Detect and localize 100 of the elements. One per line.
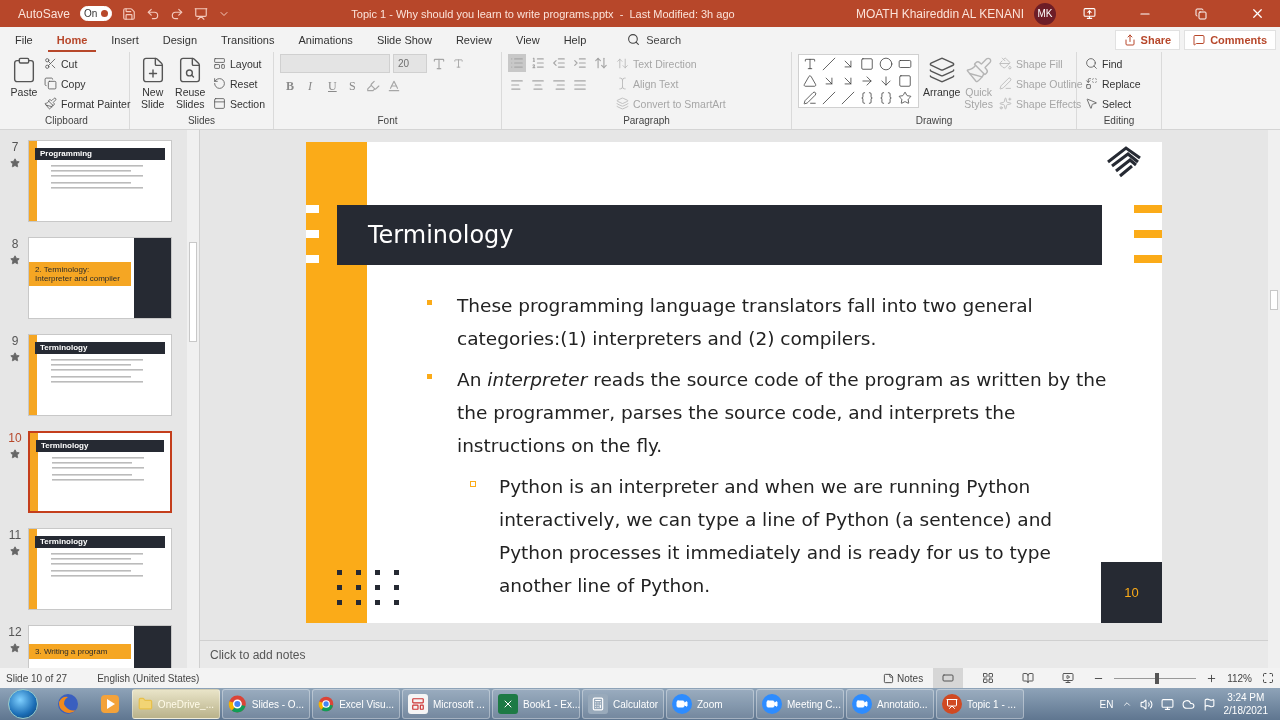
shape-icon[interactable]: [879, 91, 893, 105]
slide-number: 12: [8, 625, 22, 639]
shape-icon[interactable]: [803, 57, 817, 71]
scrollbar[interactable]: [187, 130, 199, 668]
star-icon: [10, 546, 20, 556]
media-player-icon[interactable]: [99, 693, 121, 715]
ribbon-button[interactable]: Replace: [1083, 74, 1143, 93]
restore-icon[interactable]: [1195, 7, 1207, 20]
shape-icon[interactable]: [860, 57, 874, 71]
slide-thumbnail[interactable]: Terminology: [28, 334, 172, 416]
save-icon[interactable]: [122, 6, 137, 21]
normal-view-icon: [942, 672, 955, 684]
ribbon-button[interactable]: Find: [1083, 54, 1143, 73]
slideshow-icon: [1062, 672, 1075, 684]
shape-icon[interactable]: [898, 91, 912, 105]
shape-icon[interactable]: [860, 91, 874, 105]
ribbon-button[interactable]: Format Painter: [42, 94, 133, 113]
line-spacing-icon[interactable]: [594, 56, 608, 70]
zoom-in-icon[interactable]: [1206, 672, 1218, 684]
ribbon-tab[interactable]: Slide Show: [367, 27, 441, 52]
ribbon-button[interactable]: Cut: [42, 54, 133, 73]
browser-icon: [318, 694, 335, 714]
shape-icon[interactable]: [898, 57, 912, 71]
cloud-icon[interactable]: [1181, 697, 1195, 711]
ribbon-button[interactable]: Reuse Slides: [173, 54, 207, 112]
slide-number: 11: [8, 528, 22, 542]
slide-thumbnail[interactable]: 3. Writing a program: [28, 625, 172, 668]
ribbon-tab[interactable]: Insert: [102, 27, 148, 52]
book-icon: [1022, 672, 1035, 684]
presentation-icon[interactable]: [194, 6, 209, 21]
ribbon-button[interactable]: Copy: [42, 74, 133, 93]
start-button[interactable]: [8, 689, 38, 719]
search-field[interactable]: Search: [627, 33, 682, 46]
ribbon-button[interactable]: Arrange: [923, 54, 961, 100]
replace-icon: [1085, 77, 1098, 90]
scrollbar[interactable]: [1268, 130, 1280, 668]
ribbon-button[interactable]: Reset: [210, 74, 267, 93]
speaker-icon[interactable]: [1139, 697, 1153, 711]
ribbon-button[interactable]: Select: [1083, 94, 1143, 113]
thumbnail-title: Programming: [40, 149, 92, 159]
language-label[interactable]: English (United States): [97, 672, 200, 684]
shape-icon[interactable]: [898, 74, 912, 88]
shape-icon[interactable]: [841, 91, 855, 105]
notes-button[interactable]: Notes: [883, 672, 924, 684]
slide-count: Slide 10 of 27: [6, 672, 68, 684]
group-label: Editing: [1102, 115, 1136, 128]
zoom-thumb[interactable]: [1154, 672, 1159, 684]
numbering-icon[interactable]: [531, 56, 545, 70]
ribbon-tab[interactable]: File: [6, 27, 42, 52]
redo-icon[interactable]: [170, 6, 185, 21]
undo-icon[interactable]: [146, 6, 161, 21]
shape-icon[interactable]: [803, 74, 817, 88]
ribbon-tab[interactable]: Review: [446, 27, 501, 52]
ribbon-button[interactable]: Section: [210, 94, 267, 113]
browser-icon[interactable]: [56, 692, 80, 716]
slide-thumbnail[interactable]: Programming: [28, 140, 172, 222]
shape-icon[interactable]: [879, 74, 893, 88]
network-icon[interactable]: [1160, 697, 1174, 711]
group-label: Font: [376, 115, 399, 128]
slide-thumbnail[interactable]: 2. Terminology: Interpreter and compiler: [28, 237, 172, 319]
star-icon: [10, 255, 20, 265]
font-color-icon[interactable]: [387, 79, 401, 93]
share-button[interactable]: Share: [1114, 29, 1181, 50]
ribbon-tab[interactable]: Animations: [289, 27, 362, 52]
reset-icon: [212, 77, 226, 90]
shape-icon[interactable]: [860, 74, 874, 88]
shape-icon[interactable]: [803, 91, 817, 105]
shapes-gallery[interactable]: [798, 54, 919, 108]
comments-button[interactable]: Comments: [1184, 29, 1276, 50]
grow-font-icon[interactable]: [432, 56, 446, 71]
flag-icon[interactable]: [1202, 697, 1216, 711]
section-icon: [212, 97, 226, 110]
ribbon-tab[interactable]: Design: [153, 27, 207, 52]
ribbon-button[interactable]: New Slide: [136, 54, 170, 112]
ribbon-tab[interactable]: Transitions: [212, 27, 284, 52]
thumbnail-title: Terminology: [40, 537, 88, 547]
bullet-text: Python is an interpreter and when we are running Python interactively, we can type a line of Python (a sentence) and Python processes it immediately and is ready for us to type another line of Python.: [499, 475, 1054, 598]
shape-icon[interactable]: [822, 57, 836, 71]
zoom-level[interactable]: 112%: [1227, 672, 1252, 684]
ribbon-button[interactable]: Paste: [10, 54, 38, 100]
ribbon-tab[interactable]: Help: [554, 27, 596, 52]
ribbon-tab[interactable]: View: [507, 27, 549, 52]
ribbon-tab[interactable]: Home: [47, 27, 97, 52]
fit-slide-icon[interactable]: [1262, 672, 1274, 684]
user-avatar[interactable]: MK: [1034, 2, 1056, 25]
brush-icon: [964, 56, 993, 84]
shrink-font-icon[interactable]: [453, 58, 464, 69]
arrange-icon: [927, 56, 956, 84]
notes-icon: [883, 672, 895, 684]
slide-thumbnail[interactable]: Terminology: [28, 431, 172, 513]
ribbon-display-icon[interactable]: [1082, 7, 1096, 20]
shape-icon[interactable]: [879, 57, 893, 71]
autosave-toggle[interactable]: On: [80, 6, 113, 21]
ribbon-button[interactable]: Layout: [210, 54, 267, 73]
highlighter-icon[interactable]: [366, 79, 380, 93]
notes-placeholder[interactable]: Click to add notes: [210, 647, 306, 662]
shape-icon[interactable]: [822, 91, 836, 105]
autosave-label: AutoSave: [18, 6, 71, 21]
slide-thumbnail[interactable]: Terminology: [28, 528, 172, 610]
clock[interactable]: 3:24 PM 2/18/2021: [1223, 691, 1268, 717]
